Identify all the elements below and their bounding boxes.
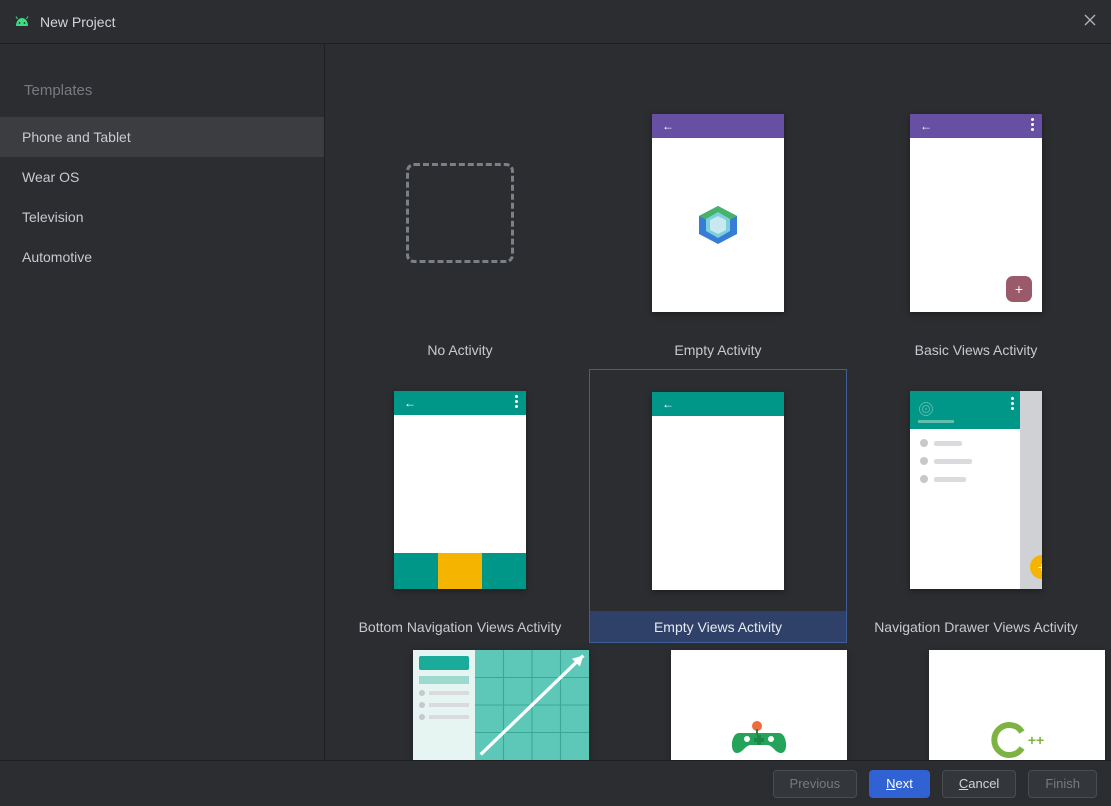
appbar-icon: ← bbox=[394, 391, 526, 415]
cancel-button[interactable]: Cancel bbox=[942, 770, 1016, 798]
back-arrow-icon: ← bbox=[404, 396, 416, 410]
template-thumbnail bbox=[413, 650, 589, 760]
template-gallery: No Activity ← bbox=[325, 44, 1111, 760]
sidebar-item-label: Phone and Tablet bbox=[22, 129, 131, 145]
fab-plus-icon: + bbox=[1030, 555, 1042, 579]
bottom-nav-icon bbox=[394, 553, 526, 589]
previous-button: Previous bbox=[773, 770, 858, 798]
sidebar-item-phone-tablet[interactable]: Phone and Tablet bbox=[0, 117, 324, 157]
more-dots-icon bbox=[515, 395, 518, 408]
template-bottom-nav[interactable]: ← Bottom Navigation Views Activity bbox=[331, 369, 589, 646]
template-label: Empty Views Activity bbox=[589, 611, 847, 643]
more-dots-icon bbox=[1031, 118, 1034, 131]
template-thumbnail: ← + bbox=[847, 92, 1105, 334]
template-thumbnail: ++ bbox=[929, 650, 1105, 760]
gamepad-icon bbox=[727, 713, 791, 760]
appbar-icon: ← bbox=[910, 114, 1042, 138]
finish-button: Finish bbox=[1028, 770, 1097, 798]
template-no-activity[interactable]: No Activity bbox=[331, 92, 589, 369]
sidebar-item-label: Television bbox=[22, 209, 83, 225]
template-thumbnail: + bbox=[847, 369, 1105, 611]
dashed-placeholder-icon bbox=[406, 163, 514, 263]
template-empty-activity[interactable]: ← Empty Activity bbox=[589, 92, 847, 369]
template-nav-drawer[interactable]: + Navigation Drawer Views Activity bbox=[847, 369, 1105, 646]
close-icon[interactable] bbox=[1083, 13, 1097, 30]
sidebar-header: Templates bbox=[0, 74, 324, 117]
template-label: Bottom Navigation Views Activity bbox=[331, 611, 589, 643]
drawer-scrim-icon: + bbox=[1020, 391, 1042, 589]
sidebar-item-television[interactable]: Television bbox=[0, 197, 324, 237]
template-thumbnail bbox=[671, 650, 847, 760]
titlebar: New Project bbox=[0, 0, 1111, 44]
template-label: Empty Activity bbox=[589, 334, 847, 366]
sidebar: Templates Phone and Tablet Wear OS Telev… bbox=[0, 44, 325, 760]
cpp-icon: ++ bbox=[990, 720, 1044, 760]
fab-plus-icon: + bbox=[1006, 276, 1032, 302]
window-title: New Project bbox=[40, 14, 115, 30]
back-arrow-icon: ← bbox=[920, 119, 932, 133]
sidebar-item-automotive[interactable]: Automotive bbox=[0, 237, 324, 277]
back-arrow-icon: ← bbox=[662, 119, 674, 133]
template-empty-views[interactable]: ← Empty Views Activity bbox=[589, 369, 847, 646]
compose-logo-icon bbox=[652, 138, 784, 312]
template-thumbnail bbox=[331, 92, 589, 334]
dialog-footer: Previous Next Cancel Finish bbox=[0, 760, 1111, 806]
chart-grid-icon bbox=[475, 650, 589, 760]
appbar-icon: ← bbox=[652, 392, 784, 416]
template-label: No Activity bbox=[331, 334, 589, 366]
next-button[interactable]: Next bbox=[869, 770, 930, 798]
sidebar-item-label: Automotive bbox=[22, 249, 92, 265]
appbar-icon: ← bbox=[652, 114, 784, 138]
template-basic-views[interactable]: ← + Basic Views Activity bbox=[847, 92, 1105, 369]
template-thumbnail: ← bbox=[589, 369, 847, 611]
back-arrow-icon: ← bbox=[662, 397, 674, 411]
template-native-cpp[interactable]: ++ bbox=[847, 647, 1105, 760]
template-label: Basic Views Activity bbox=[847, 334, 1105, 366]
template-thumbnail: ← bbox=[331, 369, 589, 611]
sidebar-item-wear-os[interactable]: Wear OS bbox=[0, 157, 324, 197]
android-logo-icon bbox=[14, 14, 30, 29]
template-responsive[interactable] bbox=[331, 647, 589, 760]
template-game[interactable] bbox=[589, 647, 847, 760]
drawer-header-icon bbox=[910, 391, 1020, 429]
template-label: Navigation Drawer Views Activity bbox=[847, 611, 1105, 643]
template-thumbnail: ← bbox=[589, 92, 847, 334]
sidebar-item-label: Wear OS bbox=[22, 169, 79, 185]
